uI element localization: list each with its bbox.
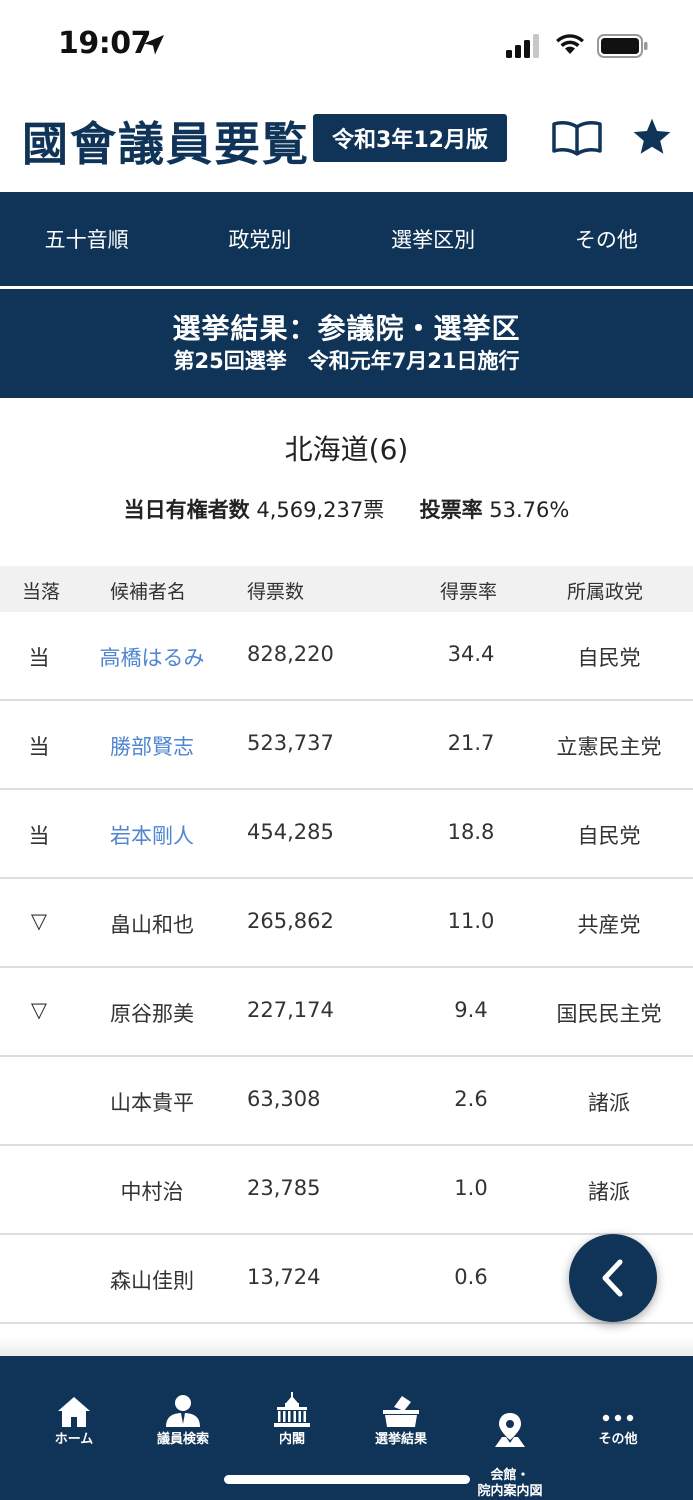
cellular-signal-icon bbox=[506, 34, 539, 58]
table-row: 中村治 23,785 1.0 諸派 bbox=[0, 1146, 693, 1235]
map-pin-icon bbox=[495, 1413, 525, 1447]
candidate-name: 中村治 bbox=[120, 1180, 184, 1204]
candidate-name-link[interactable]: 勝部賢志 bbox=[88, 731, 216, 761]
vote-count: 265,862 bbox=[247, 909, 334, 933]
table-row: 当 高橋はるみ 828,220 34.4 自民党 bbox=[0, 612, 693, 701]
party: 諸派 bbox=[588, 1091, 630, 1115]
voters-label: 当日有権者数 bbox=[123, 498, 250, 522]
vote-rate: 34.4 bbox=[447, 642, 495, 666]
district-name: 北海道(6) bbox=[284, 433, 409, 466]
tab-gojuon[interactable]: 五十音順 bbox=[0, 192, 173, 286]
tab-home-label: ホーム bbox=[54, 1432, 94, 1447]
party: 国民民主党 bbox=[556, 1002, 662, 1026]
result-subtitle: 第25回選挙 令和元年7月21日施行 bbox=[173, 349, 520, 373]
vote-rate: 18.8 bbox=[447, 820, 495, 844]
table-row: ▽ 原谷那美 227,174 9.4 国民民主党 bbox=[0, 968, 693, 1057]
candidate-name: 畠山和也 bbox=[110, 913, 194, 937]
person-icon bbox=[166, 1395, 200, 1427]
party: 諸派 bbox=[588, 1180, 630, 1204]
candidate-name-link[interactable]: 岩本剛人 bbox=[88, 820, 216, 850]
vote-count: 454,285 bbox=[247, 820, 334, 844]
vote-count: 828,220 bbox=[247, 642, 334, 666]
tab-member-search-label: 議員検索 bbox=[156, 1432, 209, 1447]
tab-building-map[interactable]: 会館・ 院内案内図 bbox=[455, 1392, 565, 1500]
status-bar: 19:07 bbox=[0, 0, 693, 92]
location-arrow-icon bbox=[144, 35, 164, 55]
header-votes: 得票数 bbox=[247, 581, 305, 603]
candidate-name: 原谷那美 bbox=[110, 1002, 194, 1026]
tab-bar-shadow bbox=[0, 1338, 693, 1356]
status-time: 19:07 bbox=[58, 26, 152, 61]
home-indicator bbox=[224, 1475, 470, 1484]
turnout-label: 投票率 bbox=[419, 498, 483, 522]
tab-by-party[interactable]: 政党別 bbox=[173, 192, 346, 286]
result-title: 選挙結果：参議院・選挙区 bbox=[172, 312, 521, 345]
wifi-icon bbox=[556, 34, 584, 54]
header-name: 候補者名 bbox=[110, 581, 187, 603]
vote-rate: 0.6 bbox=[454, 1265, 488, 1289]
vote-count: 63,308 bbox=[247, 1087, 321, 1111]
vote-rate: 11.0 bbox=[447, 909, 495, 933]
turnout-value: 53.76% bbox=[489, 498, 570, 522]
result-mark: 当 bbox=[28, 646, 50, 670]
result-header: 選挙結果：参議院・選挙区 第25回選挙 令和元年7月21日施行 bbox=[0, 289, 693, 398]
tab-more[interactable]: その他 bbox=[563, 1388, 673, 1448]
vote-count: 13,724 bbox=[247, 1265, 321, 1289]
header-party: 所属政党 bbox=[567, 581, 644, 603]
more-icon bbox=[602, 1414, 634, 1422]
battery-icon bbox=[597, 34, 648, 58]
edition-badge: 令和3年12月版 bbox=[313, 114, 507, 162]
nav-tabs: 五十音順 政党別 選挙区別 その他 bbox=[0, 192, 693, 286]
voters-value: 4,569,237票 bbox=[256, 498, 385, 522]
tab-cabinet-label: 内閣 bbox=[278, 1432, 305, 1447]
table-row: 山本貴平 63,308 2.6 諸派 bbox=[0, 1057, 693, 1146]
tab-by-district[interactable]: 選挙区別 bbox=[347, 192, 520, 286]
party: 共産党 bbox=[577, 913, 641, 937]
results-table: 当 高橋はるみ 828,220 34.4 自民党 当 勝部賢志 523,737 … bbox=[0, 612, 693, 1324]
result-mark: 当 bbox=[28, 735, 50, 759]
header-rate: 得票率 bbox=[440, 581, 498, 603]
candidate-name: 森山佳則 bbox=[110, 1269, 194, 1293]
table-row: 当 岩本剛人 454,285 18.8 自民党 bbox=[0, 790, 693, 879]
table-header: 当落 候補者名 得票数 得票率 所属政党 bbox=[0, 566, 693, 612]
tab-cabinet[interactable]: 内閣 bbox=[237, 1388, 347, 1448]
vote-rate: 9.4 bbox=[454, 998, 488, 1022]
tab-member-search[interactable]: 議員検索 bbox=[128, 1388, 238, 1448]
diet-building-icon bbox=[274, 1392, 310, 1427]
result-mark: ▽ bbox=[30, 998, 48, 1022]
app-title: 國會議員要覧 bbox=[22, 117, 310, 171]
tab-more-label: その他 bbox=[598, 1432, 638, 1447]
vote-count: 227,174 bbox=[247, 998, 334, 1022]
vote-rate: 2.6 bbox=[454, 1087, 488, 1111]
result-mark: 当 bbox=[28, 824, 50, 848]
voter-info: 当日有権者数 4,569,237票 投票率 53.76% bbox=[0, 494, 693, 524]
tab-election-results-label: 選挙結果 bbox=[374, 1432, 427, 1447]
back-button[interactable] bbox=[569, 1234, 657, 1322]
vote-rate: 21.7 bbox=[447, 731, 495, 755]
favorite-star-icon[interactable] bbox=[631, 116, 673, 158]
tab-other[interactable]: その他 bbox=[520, 192, 693, 286]
home-icon bbox=[58, 1397, 90, 1427]
chevron-left-icon bbox=[602, 1259, 623, 1297]
book-icon[interactable] bbox=[551, 120, 603, 156]
header-result: 当落 bbox=[22, 581, 61, 603]
party: 自民党 bbox=[577, 824, 641, 848]
party: 自民党 bbox=[577, 646, 641, 670]
table-row: 当 勝部賢志 523,737 21.7 立憲民主党 bbox=[0, 701, 693, 790]
tab-home[interactable]: ホーム bbox=[19, 1388, 129, 1448]
app-header: 國會議員要覧 令和3年12月版 bbox=[0, 92, 693, 192]
vote-rate: 1.0 bbox=[454, 1176, 488, 1200]
tab-building-map-label: 会館・ 院内案内図 bbox=[477, 1468, 543, 1499]
candidate-name: 山本貴平 bbox=[110, 1091, 194, 1115]
table-row: ▽ 畠山和也 265,862 11.0 共産党 bbox=[0, 879, 693, 968]
result-mark: ▽ bbox=[30, 909, 48, 933]
tab-election-results[interactable]: 選挙結果 bbox=[346, 1388, 456, 1448]
candidate-name-link[interactable]: 高橋はるみ bbox=[88, 642, 216, 672]
party: 立憲民主党 bbox=[556, 735, 662, 759]
ballot-box-icon bbox=[383, 1396, 419, 1427]
vote-count: 23,785 bbox=[247, 1176, 321, 1200]
vote-count: 523,737 bbox=[247, 731, 334, 755]
